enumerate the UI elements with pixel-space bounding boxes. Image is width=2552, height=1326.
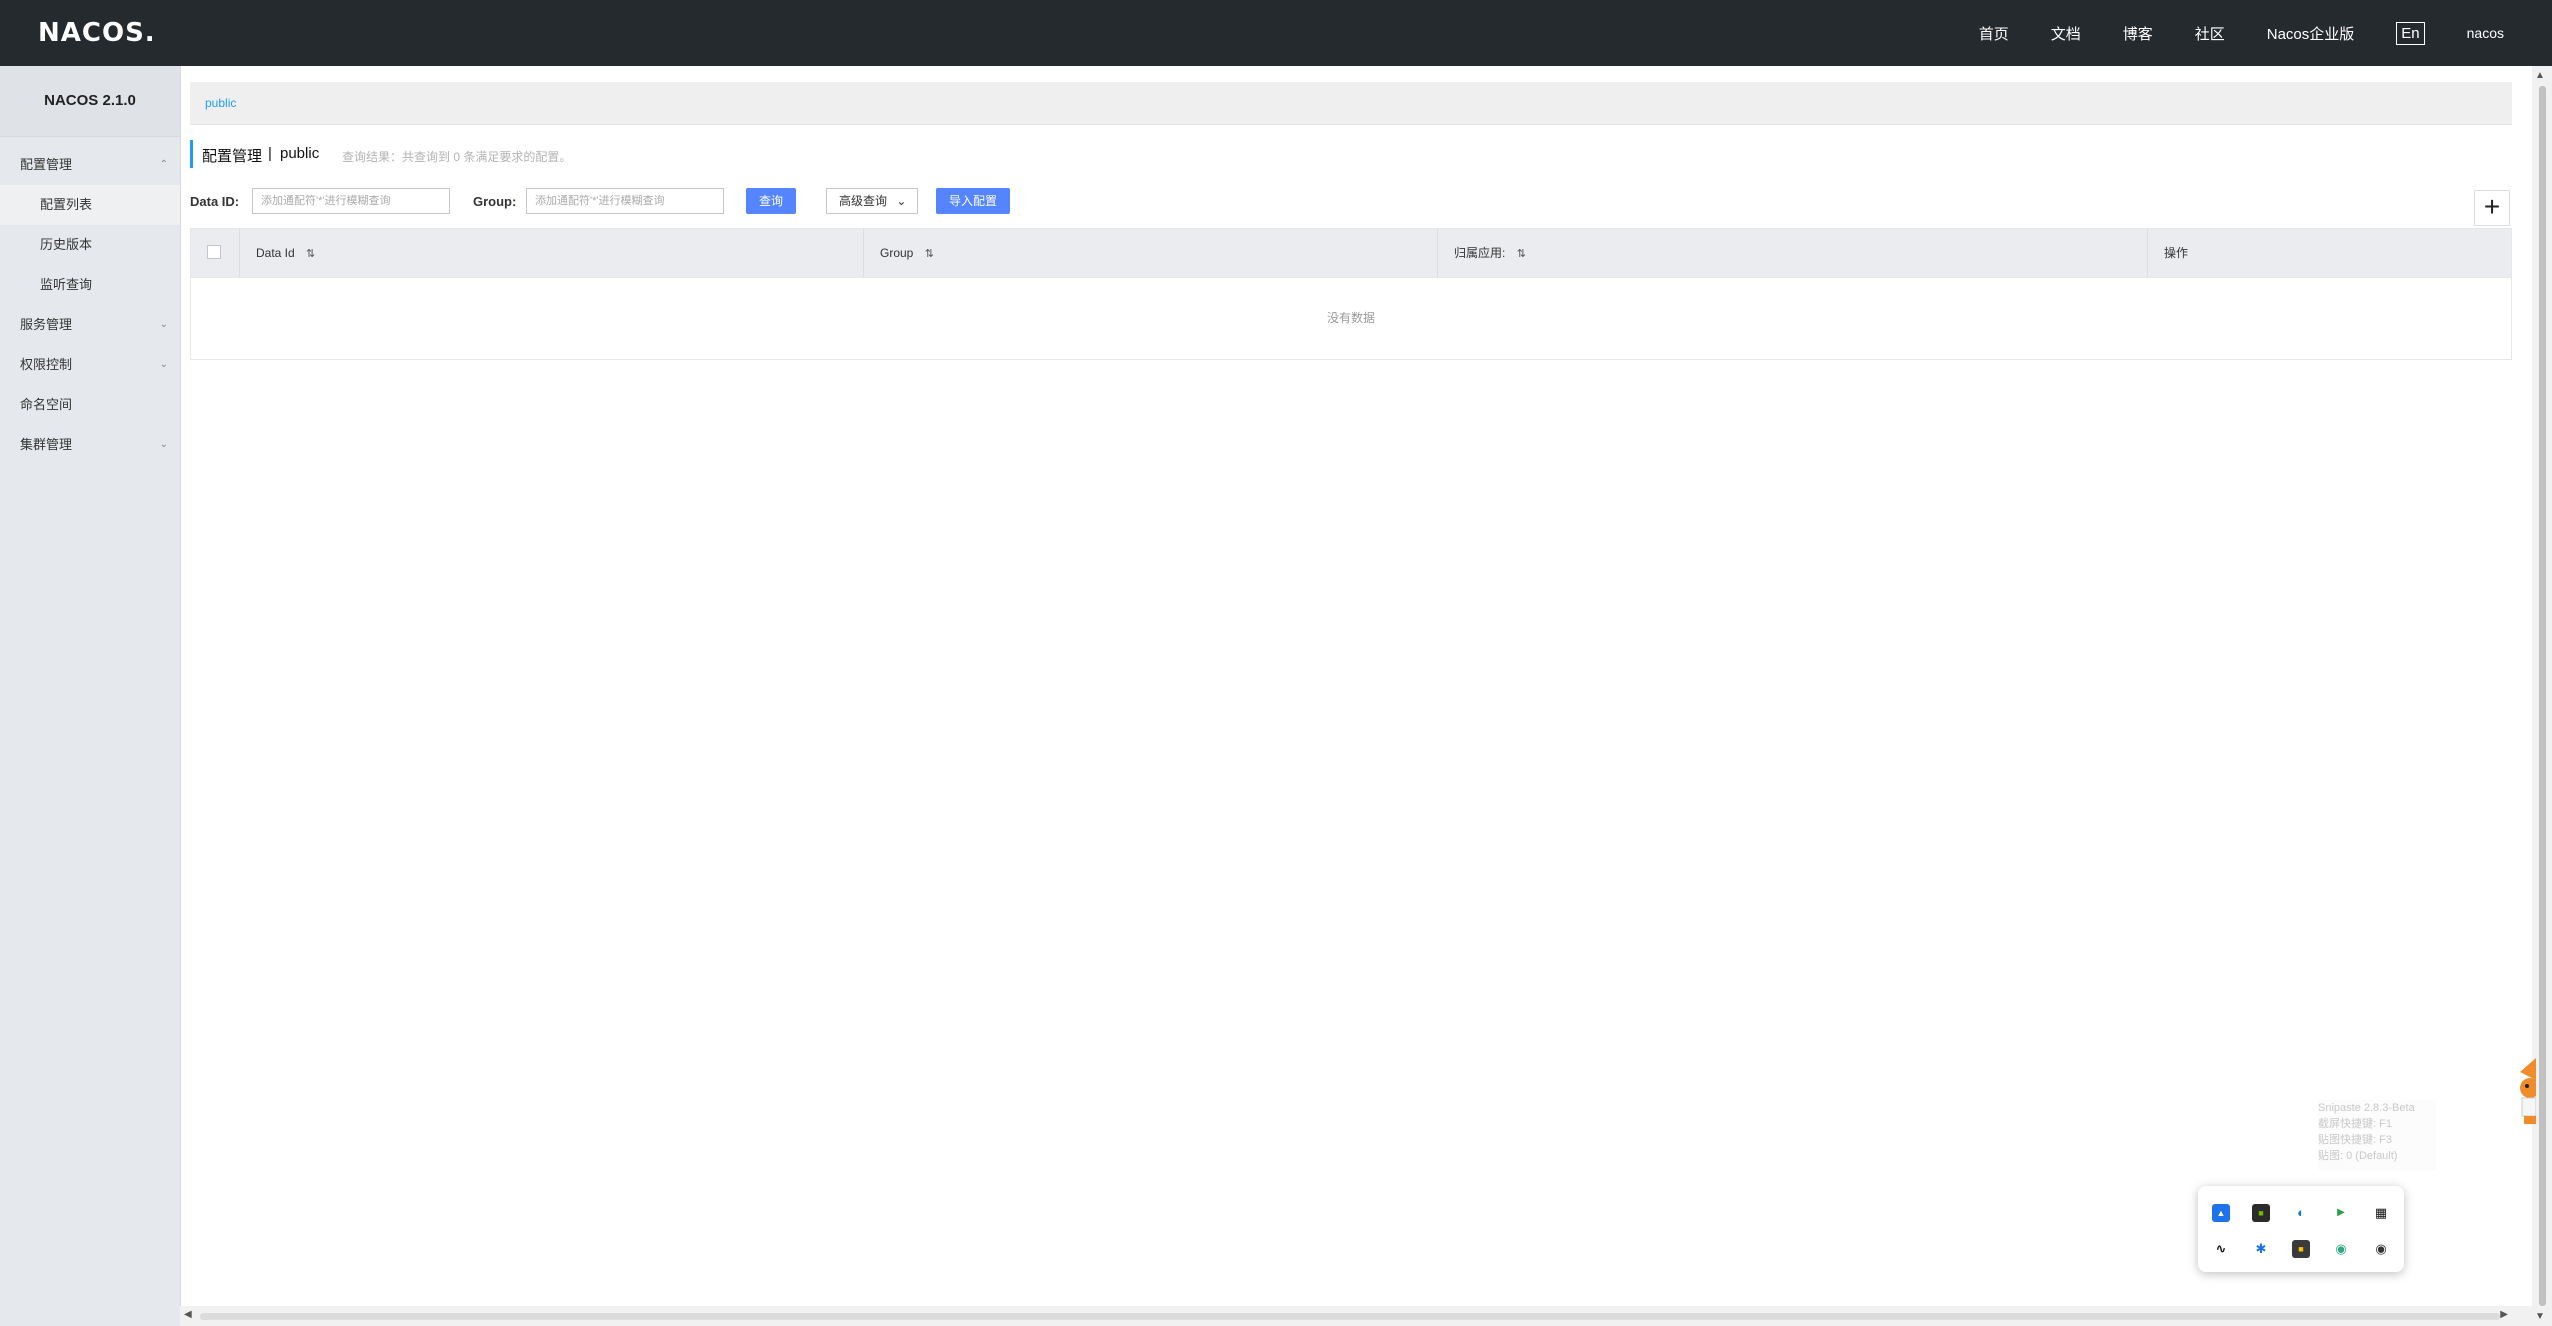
nav-blog[interactable]: 博客 [2123,23,2153,44]
system-tray-overflow: ▲ ■ ◐ ▶ ▦ ∿ ✱ ■ ◉ ◉ [2198,1186,2404,1272]
sidebar-item-label: 命名空间 [20,397,73,412]
title-namespace: public [280,145,320,162]
network-app-icon[interactable]: ◉ [2332,1240,2350,1258]
sidebar-item-namespace[interactable]: 命名空间 [0,385,180,425]
title-separator: | [268,145,272,162]
sidebar-item-listener-query[interactable]: 监听查询 [0,265,180,305]
nav-home[interactable]: 首页 [1979,23,2009,44]
sidebar-item-history[interactable]: 历史版本 [0,225,180,265]
tooltip-line: 截屏快捷键: F1 [2318,1118,2392,1130]
scrollbar-thumb[interactable] [200,1313,2500,1320]
chevron-down-icon: ⌄ [159,359,168,370]
namespace-bar: public [190,82,2512,125]
sidebar-item-label: 服务管理 [20,317,73,332]
scroll-down-icon[interactable]: ▼ [2535,1311,2545,1322]
data-id-label: Data ID: [190,194,240,209]
sort-icon[interactable]: ⇅ [925,248,934,260]
sidebar-item-label: 权限控制 [20,357,73,372]
chip-app-icon[interactable]: ■ [2292,1240,2310,1258]
column-group[interactable]: Group ⇅ [863,229,1437,277]
grid-app-icon[interactable]: ▦ [2372,1204,2390,1222]
user-menu[interactable]: nacos [2467,25,2504,41]
sidebar-item-label: 配置列表 [40,197,93,212]
scroll-left-icon[interactable]: ◀ [184,1309,192,1320]
sidebar-item-label: 配置管理 [20,157,73,172]
sidebar-item-config-management[interactable]: 配置管理 ⌃ [0,145,180,185]
sidebar-item-access-control[interactable]: 权限控制 ⌄ [0,345,180,385]
tooltip-line: Snipaste 2.8.3-Beta [2318,1102,2415,1114]
sidebar-item-label: 监听查询 [40,277,93,292]
version-label: NACOS 2.1.0 [0,66,180,137]
chevron-down-icon: ⌄ [159,439,168,450]
config-table: Data Id ⇅ Group ⇅ 归属应用: ⇅ 操作 没有数据 [190,228,2512,360]
filter-bar: Data ID: 添加通配符'*'进行模糊查询 Group: 添加通配符'*'进… [190,186,1290,216]
page-title: 配置管理 [202,148,263,165]
wave-app-icon[interactable]: ∿ [2212,1240,2230,1258]
sidebar-item-service-management[interactable]: 服务管理 ⌄ [0,305,180,345]
scroll-up-icon[interactable]: ▲ [2535,70,2545,81]
column-label: 归属应用: [1454,246,1506,260]
sidebar: NACOS 2.1.0 配置管理 ⌃ 配置列表 历史版本 监听查询 服务管理 ⌄… [0,66,181,1326]
nav-enterprise[interactable]: Nacos企业版 [2267,23,2355,44]
column-actions: 操作 [2147,229,2511,277]
snipaste-tooltip: Snipaste 2.8.3-Beta 截屏快捷键: F1 贴图快捷键: F3 … [2318,1100,2436,1170]
vertical-scrollbar[interactable]: ▲ ▼ [2532,66,2552,1326]
column-app[interactable]: 归属应用: ⇅ [1437,229,2147,277]
horizontal-scrollbar[interactable]: ◀ ▶ [180,1306,2532,1326]
chevron-down-icon: ⌄ [159,319,168,330]
scroll-right-icon[interactable]: ▶ [2500,1309,2508,1320]
empty-state: 没有数据 [1326,311,1375,325]
column-label: 操作 [2164,246,2189,260]
plus-icon: + [2483,191,2501,222]
sort-icon[interactable]: ⇅ [306,248,315,260]
sidebar-item-label: 集群管理 [20,437,73,452]
nacos-logo[interactable]: NACOS. [38,18,156,48]
language-toggle-button[interactable]: En [2396,21,2425,45]
query-result-hint: 查询结果：共查询到 0 条满足要求的配置。 [342,150,572,164]
column-label: Group [880,246,914,260]
advanced-query-dropdown[interactable]: 高级查询 ⌄ [826,188,918,214]
sidebar-item-label: 历史版本 [40,237,93,252]
bluetooth-icon[interactable]: ✱ [2252,1240,2270,1258]
nvidia-icon[interactable]: ■ [2252,1204,2270,1222]
nav-docs[interactable]: 文档 [2051,23,2081,44]
column-data-id[interactable]: Data Id ⇅ [239,229,863,277]
page-title-row: 配置管理 | public 查询结果：共查询到 0 条满足要求的配置。 [190,138,1390,168]
top-nav: 首页 文档 博客 社区 Nacos企业版 En nacos [1937,0,2504,66]
sidebar-item-config-list[interactable]: 配置列表 [0,185,180,225]
sidebar-item-cluster-management[interactable]: 集群管理 ⌄ [0,425,180,465]
mascot-character-icon [2520,1058,2536,1124]
scrollbar-thumb[interactable] [2539,86,2546,1306]
top-navbar: NACOS. 首页 文档 博客 社区 Nacos企业版 En nacos [0,0,2552,66]
sort-icon[interactable]: ⇅ [1517,248,1526,260]
column-label: Data Id [256,246,295,260]
tooltip-line: 贴图: 0 (Default) [2318,1150,2398,1162]
circle-app-icon[interactable]: ◉ [2372,1240,2390,1258]
select-all-checkbox[interactable] [207,245,221,259]
namespace-link-public[interactable]: public [205,96,236,110]
import-config-button[interactable]: 导入配置 [936,188,1010,214]
chevron-down-icon: ⌄ [896,194,907,208]
main-content: public 配置管理 | public 查询结果：共查询到 0 条满足要求的配… [190,66,2512,1306]
add-config-button[interactable]: + [2474,190,2510,226]
tray-app-icon[interactable]: ▲ [2212,1204,2230,1222]
group-input[interactable]: 添加通配符'*'进行模糊查询 [526,188,724,214]
chevron-up-icon: ⌃ [159,159,168,170]
table-header: Data Id ⇅ Group ⇅ 归属应用: ⇅ 操作 [191,229,2511,278]
edge-icon[interactable]: ◐ [2292,1204,2310,1222]
title-accent-bar [190,140,193,168]
advanced-query-label: 高级查询 [839,194,888,208]
group-label: Group: [473,194,517,209]
nav-community[interactable]: 社区 [2195,23,2225,44]
tooltip-line: 贴图快捷键: F3 [2318,1134,2392,1146]
query-button[interactable]: 查询 [746,188,796,214]
play-icon[interactable]: ▶ [2332,1204,2350,1222]
data-id-input[interactable]: 添加通配符'*'进行模糊查询 [252,188,450,214]
